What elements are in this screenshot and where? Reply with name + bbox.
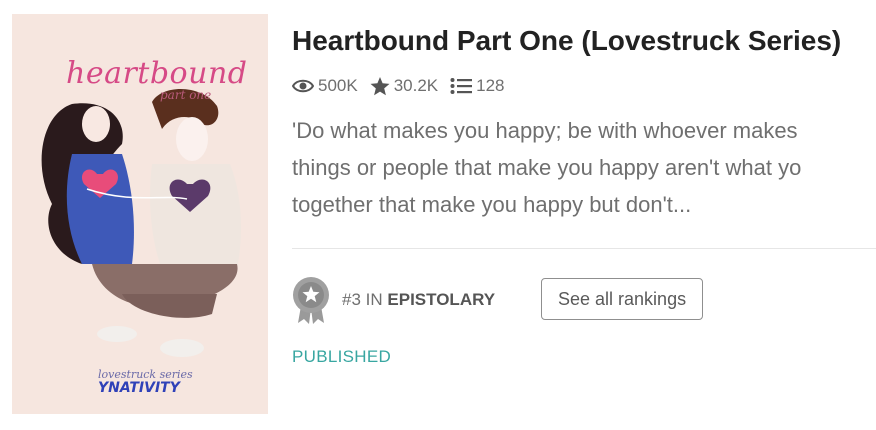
- book-description: 'Do what makes you happy; be with whoeve…: [292, 112, 876, 223]
- star-icon: [370, 76, 390, 95]
- parts-stat: 128: [450, 76, 505, 96]
- description-line: things or people that make you happy are…: [292, 155, 802, 180]
- cover-subtitle-text: part one: [160, 88, 212, 102]
- votes-stat: 30.2K: [370, 76, 438, 96]
- ranking-row: #3 IN EPISTOLARY: [292, 276, 495, 324]
- book-title[interactable]: Heartbound Part One (Lovestruck Series): [292, 25, 841, 57]
- reads-stat: 500K: [292, 76, 358, 96]
- divider: [292, 248, 876, 249]
- eye-icon: [292, 79, 314, 93]
- reads-count: 500K: [318, 76, 358, 95]
- parts-count: 128: [476, 76, 505, 95]
- description-line: 'Do what makes you happy; be with whoeve…: [292, 118, 798, 143]
- rank-number: #3: [342, 290, 361, 309]
- rank-in-word: IN: [365, 290, 383, 309]
- cover-author-text: YNATIVITY: [98, 380, 180, 396]
- star-badge-icon: [293, 277, 329, 324]
- votes-count: 30.2K: [393, 76, 439, 95]
- rank-category: EPISTOLARY: [387, 290, 496, 309]
- see-all-rankings-button[interactable]: See all rankings: [541, 278, 704, 320]
- book-cover[interactable]: heartbound part one lovestruck series YN…: [12, 14, 268, 414]
- status-badge: PUBLISHED: [292, 347, 392, 366]
- ranking-label: #3 IN EPISTOLARY: [342, 290, 495, 310]
- description-line: together that make you happy but don't..…: [292, 192, 692, 217]
- list-icon: [450, 78, 473, 94]
- cover-title-text: heartbound: [66, 56, 248, 91]
- book-stats: 500K 30.2K 128: [292, 76, 517, 96]
